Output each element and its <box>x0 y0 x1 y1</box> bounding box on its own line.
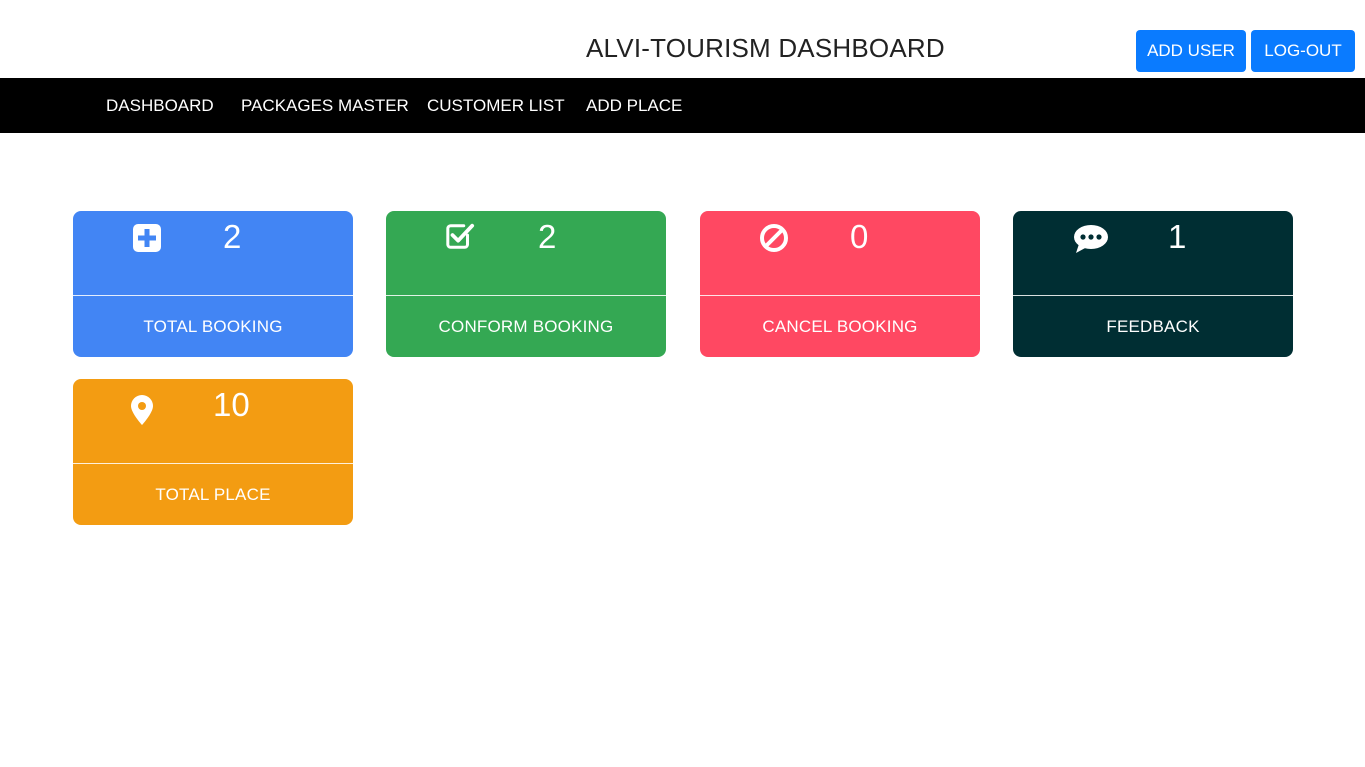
card-header: 1 <box>1013 211 1293 295</box>
check-square-icon <box>446 223 475 249</box>
feedback-label: FEEDBACK <box>1106 316 1200 336</box>
logout-button[interactable]: LOG-OUT <box>1251 30 1355 72</box>
main-navbar: DASHBOARD PACKAGES MASTER CUSTOMER LIST … <box>0 78 1365 133</box>
cancel-booking-count: 0 <box>850 218 869 255</box>
total-booking-count: 2 <box>223 218 242 255</box>
conform-booking-card[interactable]: 2 CONFORM BOOKING <box>386 211 666 357</box>
card-header: 0 <box>700 211 980 295</box>
total-booking-label: TOTAL BOOKING <box>143 316 283 336</box>
total-place-label: TOTAL PLACE <box>155 484 271 504</box>
top-header: ALVI-TOURISM DASHBOARD ADD USER LOG-OUT <box>0 0 1365 78</box>
total-place-card[interactable]: 10 TOTAL PLACE <box>73 379 353 525</box>
conform-booking-count: 2 <box>538 218 557 255</box>
cancel-booking-label: CANCEL BOOKING <box>762 316 918 336</box>
plus-square-icon <box>133 224 161 252</box>
card-header: 2 <box>73 211 353 295</box>
card-header: 10 <box>73 379 353 463</box>
page-title: ALVI-TOURISM DASHBOARD <box>586 33 945 63</box>
nav-item-packages-master[interactable]: PACKAGES MASTER <box>241 96 409 116</box>
feedback-count: 1 <box>1168 218 1187 255</box>
card-header: 2 <box>386 211 666 295</box>
nav-item-customer-list[interactable]: CUSTOMER LIST <box>427 96 565 116</box>
nav-item-add-place[interactable]: ADD PLACE <box>586 96 682 116</box>
total-booking-card[interactable]: 2 TOTAL BOOKING <box>73 211 353 357</box>
add-user-button[interactable]: ADD USER <box>1136 30 1246 72</box>
total-place-count: 10 <box>213 386 250 423</box>
nav-item-dashboard[interactable]: DASHBOARD <box>106 96 214 116</box>
cancel-booking-card[interactable]: 0 CANCEL BOOKING <box>700 211 980 357</box>
comment-dots-icon <box>1074 225 1108 253</box>
map-marker-icon <box>131 395 153 425</box>
feedback-card[interactable]: 1 FEEDBACK <box>1013 211 1293 357</box>
conform-booking-label: CONFORM BOOKING <box>438 316 614 336</box>
ban-icon <box>760 224 788 252</box>
